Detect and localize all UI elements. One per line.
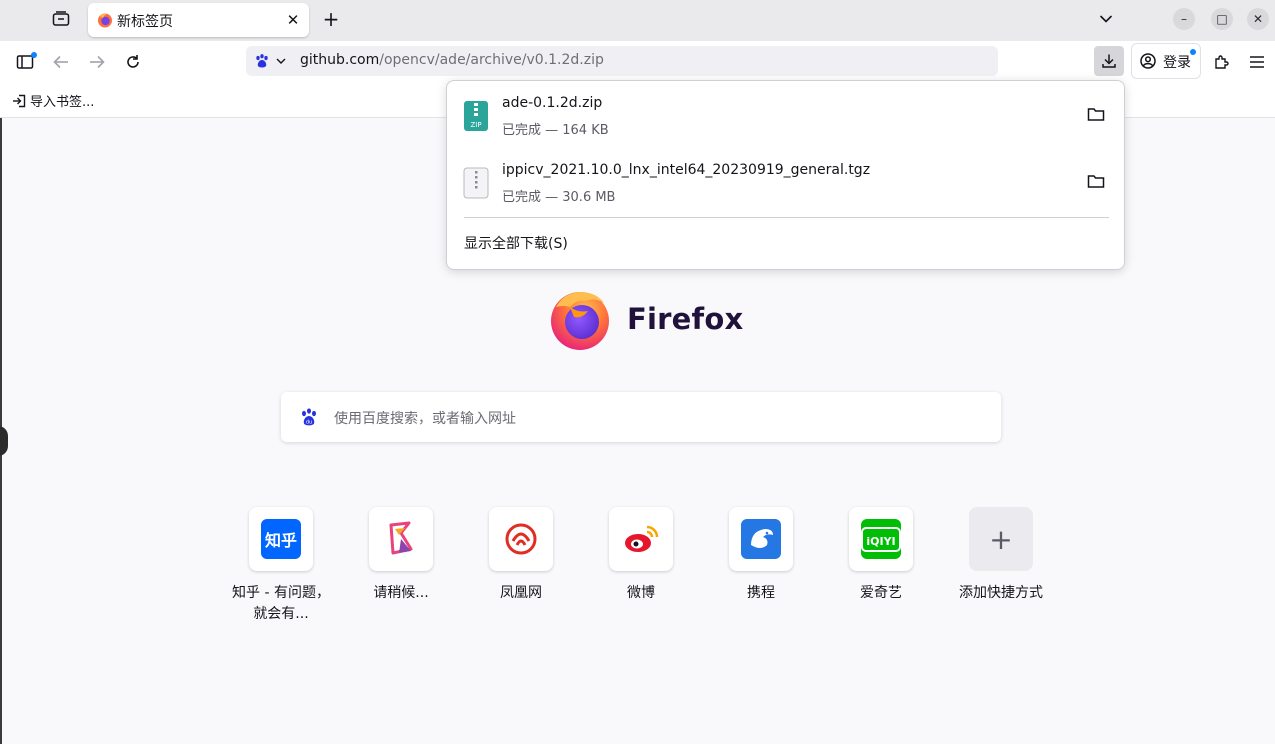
window-close-button[interactable]: ✕ (1247, 8, 1269, 30)
show-all-downloads-button[interactable]: 显示全部下载(S) (464, 233, 568, 253)
search-placeholder: 使用百度搜索，或者输入网址 (334, 411, 516, 427)
url-text[interactable]: github.com/opencv/ade/archive/v0.1.2d.zi… (300, 52, 604, 68)
download-filename: ippicv_2021.10.0_lnx_intel64_20230919_ge… (502, 162, 871, 178)
top-site-tile[interactable] (489, 507, 553, 571)
login-label: 登录 (1163, 55, 1191, 71)
forward-button[interactable] (83, 48, 111, 76)
weibo-icon (625, 525, 659, 552)
extensions-button[interactable] (1207, 48, 1235, 76)
firefox-wordmark: Firefox (627, 302, 744, 336)
firefox-view-button[interactable] (48, 6, 74, 32)
dolphin-icon (751, 529, 773, 548)
back-arrow-icon (53, 55, 68, 69)
back-button[interactable] (47, 48, 75, 76)
svg-text:du: du (306, 420, 312, 426)
download-status: 已完成 — 30.6 MB (502, 190, 616, 205)
top-site-tile[interactable] (369, 507, 433, 571)
archive-file-icon (463, 167, 489, 199)
reload-icon (127, 55, 139, 68)
top-site-label: 微博 (627, 585, 655, 601)
top-site-label: 知乎 - 有问题，就会有... (232, 585, 330, 622)
left-side-handle[interactable] (0, 426, 8, 456)
baidu-paw-icon (256, 54, 268, 68)
top-site-tile[interactable] (729, 507, 793, 571)
firefox-favicon-icon (98, 13, 112, 28)
chevron-down-icon (1099, 15, 1113, 23)
download-status: 已完成 — 164 KB (502, 123, 609, 138)
import-bookmarks-label: 导入书签... (30, 95, 95, 110)
puzzle-icon (1215, 55, 1229, 69)
chevron-down-icon (276, 58, 286, 64)
top-site-tile[interactable] (609, 507, 673, 571)
tab-new-tab[interactable]: 新标签页 ✕ (88, 3, 309, 37)
list-all-tabs-button[interactable] (1093, 6, 1119, 32)
top-site-zhihu[interactable]: 知乎 知乎 - 有问题，就会有... (231, 507, 331, 625)
panel-divider (464, 217, 1109, 218)
new-tab-button[interactable]: + (318, 6, 344, 32)
top-site-weibo[interactable]: 微博 (591, 507, 691, 604)
top-site-ctrip[interactable]: 携程 (711, 507, 811, 604)
top-site-tile[interactable]: iQIYI (849, 507, 913, 571)
download-icon (1102, 54, 1116, 68)
account-login-button[interactable]: 登录 (1131, 43, 1201, 79)
add-shortcut[interactable]: + 添加快捷方式 (951, 507, 1051, 604)
top-site-ifeng[interactable]: 凤凰网 (471, 507, 571, 604)
top-site-label: 爱奇艺 (860, 585, 902, 601)
ctrip-icon (741, 519, 781, 559)
zhihu-icon: 知乎 (261, 519, 301, 559)
folder-icon[interactable] (1087, 106, 1105, 122)
firefox-logo-icon (551, 292, 609, 350)
download-filename: ade-0.1.2d.zip (502, 95, 603, 111)
left-window-edge (0, 41, 2, 744)
download-item[interactable]: ZIP ade-0.1.2d.zip 已完成 — 164 KB (447, 81, 1124, 143)
reload-button[interactable] (119, 48, 147, 76)
zhihu-icon-text: 知乎 (264, 531, 297, 550)
navigation-toolbar: github.com/opencv/ade/archive/v0.1.2d.zi… (0, 41, 1275, 84)
tab-title: 新标签页 (117, 14, 173, 30)
baidu-search-icon: du (302, 408, 316, 426)
account-icon (1140, 53, 1156, 69)
hamburger-menu-icon (1250, 56, 1264, 68)
top-site-label: 凤凰网 (500, 585, 542, 601)
add-shortcut-tile[interactable]: + (969, 507, 1033, 571)
ifeng-icon (505, 523, 537, 555)
tab-strip: 新标签页 ✕ + – □ ✕ (0, 0, 1275, 41)
minimize-button[interactable]: – (1173, 8, 1195, 30)
top-site-tile[interactable]: 知乎 (249, 507, 313, 571)
url-bar[interactable]: github.com/opencv/ade/archive/v0.1.2d.zi… (246, 46, 998, 76)
downloads-panel: ZIP ade-0.1.2d.zip 已完成 — 164 KB ippicv_2… (446, 80, 1125, 270)
svg-text:ZIP: ZIP (470, 121, 481, 129)
downloads-button[interactable] (1094, 46, 1124, 76)
folder-icon[interactable] (1087, 173, 1105, 189)
top-site-label: 请稍候... (373, 585, 429, 601)
add-shortcut-label: 添加快捷方式 (959, 585, 1043, 601)
search-input[interactable]: du 使用百度搜索，或者输入网址 (281, 392, 1001, 442)
firefox-view-icon (52, 11, 70, 26)
sidebar-button[interactable] (11, 48, 39, 76)
import-icon (13, 94, 26, 107)
url-path: /opencv/ade/archive/v0.1.2d.zip (379, 52, 604, 68)
top-site-iqiyi[interactable]: iQIYI 爱奇艺 (831, 507, 931, 604)
tab-close-button[interactable]: ✕ (284, 11, 302, 29)
top-site-qingshaohou[interactable]: 请稍候... (351, 507, 451, 604)
sidebar-notification-dot (31, 52, 37, 58)
forward-arrow-icon (90, 55, 105, 69)
qingshaohou-icon (389, 521, 413, 555)
search-engine-button[interactable] (250, 49, 290, 73)
download-item[interactable]: ippicv_2021.10.0_lnx_intel64_20230919_ge… (447, 148, 1124, 210)
iqiyi-icon-text: iQIYI (866, 534, 896, 548)
import-bookmarks-button[interactable]: 导入书签... (12, 91, 94, 110)
zip-file-icon: ZIP (464, 101, 488, 131)
top-site-label: 携程 (747, 585, 775, 601)
iqiyi-icon: iQIYI (861, 519, 901, 559)
plus-icon: + (989, 522, 1013, 556)
app-menu-button[interactable] (1243, 48, 1271, 76)
url-host: github.com (300, 52, 380, 68)
maximize-button[interactable]: □ (1211, 8, 1233, 30)
